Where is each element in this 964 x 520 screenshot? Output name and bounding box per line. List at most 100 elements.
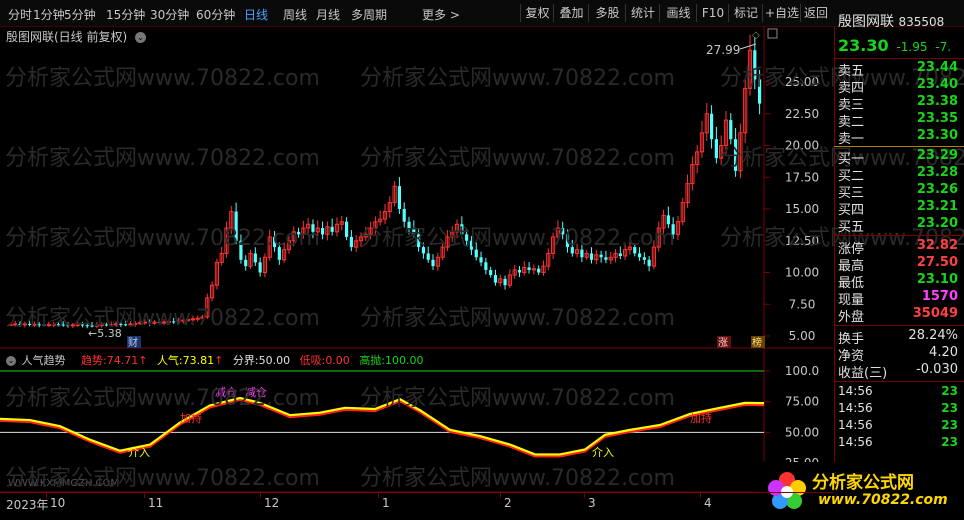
kline-chart[interactable]: 25.0022.5020.0017.5015.0012.5010.007.505… <box>0 26 833 492</box>
period-tab-0[interactable]: 分时 <box>8 6 32 23</box>
high-value: 100.00 <box>385 354 424 367</box>
ask-row-2[interactable]: 卖三 23.38 <box>838 94 958 113</box>
bid-row-3[interactable]: 买四 23.21 <box>838 199 958 218</box>
stat2-row-2: 收益(三) -0.030 <box>838 362 958 381</box>
toolbar-button-1[interactable]: 叠加 <box>553 4 589 22</box>
candle-body <box>426 253 430 260</box>
period-tab-9[interactable]: 多周期 <box>351 6 387 23</box>
bid-price: 23.20 <box>916 216 958 231</box>
signal-1: 加持 <box>180 411 202 425</box>
trend-label: 趋势: <box>81 354 107 367</box>
bid-price: 23.29 <box>916 148 958 163</box>
tick-row-0: 14:56 23 <box>838 384 958 401</box>
time-label-4: 1 <box>382 496 390 510</box>
signal-4: 介入 <box>592 446 614 459</box>
period-tab-4[interactable]: 30分钟 <box>150 6 189 23</box>
bang-marker[interactable]: 榜 <box>752 336 762 349</box>
stock-name: 殷图网联 835508 <box>838 11 944 31</box>
candle-body <box>729 120 733 140</box>
toolbar-button-3[interactable]: 统计 <box>625 4 660 22</box>
toolbar-button-4[interactable]: 画线 <box>659 4 697 22</box>
zhang-marker[interactable]: 涨 <box>718 337 728 349</box>
logo-text: 分析家公式网 <box>812 473 914 493</box>
candle-body <box>589 253 594 260</box>
tick-price: 23 <box>941 435 958 449</box>
watermark-10: 分析家公式网www.70822.com <box>360 306 675 331</box>
price-change: -1.95 <box>896 40 928 54</box>
price-change-pct: -7. <box>935 40 952 54</box>
watermark-4: 分析家公式网www.70822.com <box>360 146 675 171</box>
bid-row-1[interactable]: 买二 23.28 <box>838 165 958 184</box>
bid-row-4[interactable]: 买五 23.20 <box>838 216 958 235</box>
ind-tick-1: 75.00 <box>785 395 819 409</box>
ask-row-3[interactable]: 卖二 23.35 <box>838 111 958 130</box>
diamond-icon[interactable]: ◇ <box>752 30 760 41</box>
stat-value: 23.10 <box>916 272 958 287</box>
time-label-1: 10 <box>50 496 66 510</box>
ask-row-4[interactable]: 卖一 23.30 <box>838 128 958 147</box>
candle-body <box>618 253 622 256</box>
indicator-header: ⌄ 人气趋势 趋势:74.71↑ 人气:73.81↑ 分界:50.00 低吸:0… <box>6 352 424 368</box>
ask-price: 23.30 <box>916 128 958 143</box>
watermark-9: 分析家公式网www.70822.com <box>5 306 320 331</box>
period-tab-5[interactable]: 60分钟 <box>196 6 235 23</box>
period-tab-10[interactable]: 更多 > <box>422 6 460 23</box>
toolbar-button-5[interactable]: F10 <box>696 4 729 22</box>
window-icon[interactable] <box>767 28 778 39</box>
bid-row-2[interactable]: 买三 23.26 <box>838 182 958 201</box>
time-label-5: 2 <box>504 496 512 510</box>
period-tab-2[interactable]: 5分钟 <box>64 6 96 23</box>
tick-time: 14:56 <box>838 435 873 449</box>
candle-body <box>244 259 248 267</box>
quote-divider-2 <box>834 235 964 236</box>
time-label-3: 12 <box>264 496 280 510</box>
bid-price: 23.28 <box>916 165 958 180</box>
bound-label: 分界: <box>232 354 259 367</box>
watermark-13: 分析家公式网www.70822.com <box>5 466 320 491</box>
period-tab-3[interactable]: 15分钟 <box>106 6 145 23</box>
watermark-1: 分析家公式网www.70822.com <box>360 66 675 91</box>
candle-body <box>537 268 541 273</box>
stat-value: 32.82 <box>916 238 958 253</box>
toolbar-button-6[interactable]: 标记 <box>728 4 763 22</box>
period-tab-8[interactable]: 月线 <box>316 6 340 23</box>
candle-body <box>709 113 714 140</box>
candle-body <box>397 186 402 209</box>
candle-body <box>604 257 608 260</box>
price-line: 23.30 -1.95 -7. <box>838 36 951 55</box>
toolbar-button-7[interactable]: +自选 <box>762 4 801 22</box>
toolbar-button-8[interactable]: 返回 <box>800 4 831 22</box>
stat-value: 35049 <box>912 306 958 321</box>
candle-body <box>349 236 353 248</box>
bound-value: 50.00 <box>258 354 291 367</box>
quote-divider-4 <box>834 381 964 382</box>
watermark-7: 分析家公式网www.70822.com <box>360 226 675 251</box>
stat2-row-1: 净资 4.20 <box>838 345 958 364</box>
time-label-2: 11 <box>148 496 164 510</box>
ask-row-1[interactable]: 卖四 23.40 <box>838 77 958 96</box>
candle-body <box>479 257 483 263</box>
period-tab-6[interactable]: 日线 <box>244 6 268 23</box>
period-tab-7[interactable]: 周线 <box>283 6 307 23</box>
ask-label: 卖一 <box>838 132 865 147</box>
candle-body <box>484 262 488 270</box>
toolbar-button-2[interactable]: 多股 <box>588 4 626 22</box>
indicator-name: 人气趋势 <box>21 354 66 367</box>
candle-body <box>431 259 435 267</box>
watermark-11: 分析家公式网www.70822.com <box>5 386 320 411</box>
toolbar-button-0[interactable]: 复权 <box>520 4 554 22</box>
cai-marker[interactable]: 财 <box>128 336 138 349</box>
candle-body <box>320 228 325 235</box>
low-label: 低吸: <box>299 354 326 367</box>
period-tab-1[interactable]: 1分钟 <box>33 6 65 23</box>
quote-divider-mid <box>834 146 964 147</box>
time-label-6: 3 <box>588 496 596 510</box>
ask-row-0[interactable]: 卖五 23.44 <box>838 60 958 79</box>
indicator-dropdown-icon[interactable]: ⌄ <box>6 356 16 366</box>
bid-row-0[interactable]: 买一 23.29 <box>838 148 958 167</box>
candle-body <box>503 278 507 286</box>
stat-row-4: 外盘 35049 <box>838 306 958 325</box>
pop-up-icon: ↑ <box>214 354 224 367</box>
y-tick-8: 5.00 <box>789 329 816 343</box>
bid-price: 23.21 <box>916 199 958 214</box>
